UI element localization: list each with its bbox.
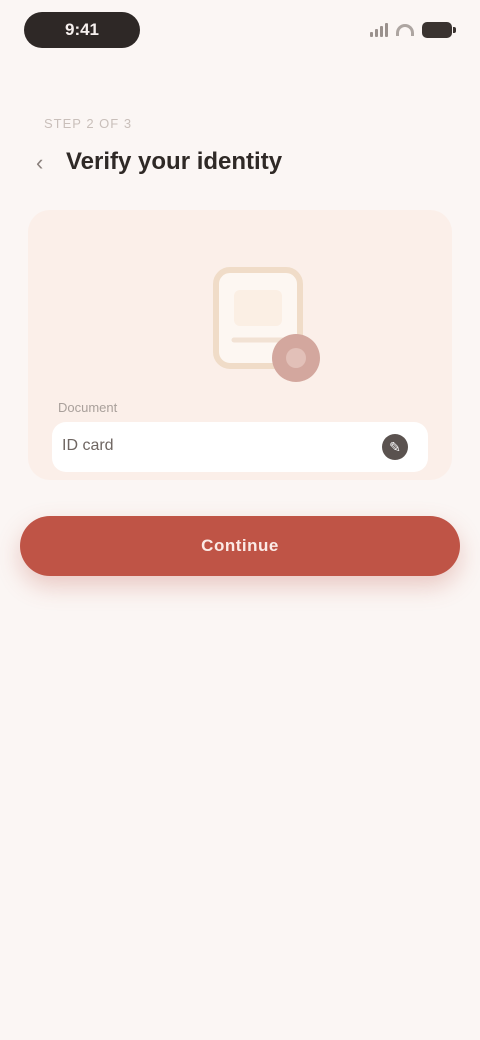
status-icons xyxy=(370,20,456,40)
wifi-icon xyxy=(396,24,414,36)
battery-icon xyxy=(422,22,456,38)
status-bar: 9:41 xyxy=(0,0,480,60)
document-field-label: Document xyxy=(58,400,118,415)
step-indicator: Step 2 of 3 xyxy=(44,116,133,131)
document-field-value: ID card xyxy=(62,437,114,454)
edit-icon[interactable]: ✎ xyxy=(382,434,408,460)
signal-icon xyxy=(370,23,388,37)
document-illustration xyxy=(213,267,320,382)
document-field[interactable]: ID card ✎ xyxy=(52,422,428,472)
document-card: Document ID card ✎ xyxy=(28,210,452,480)
screen: 9:41 Step 2 of 3 ‹ Verify your identity … xyxy=(0,0,480,1040)
page-title: Verify your identity xyxy=(66,148,283,175)
back-arrow-icon[interactable]: ‹ xyxy=(36,152,58,174)
continue-button[interactable]: Continue xyxy=(20,516,460,576)
status-time: 9:41 xyxy=(24,12,140,48)
